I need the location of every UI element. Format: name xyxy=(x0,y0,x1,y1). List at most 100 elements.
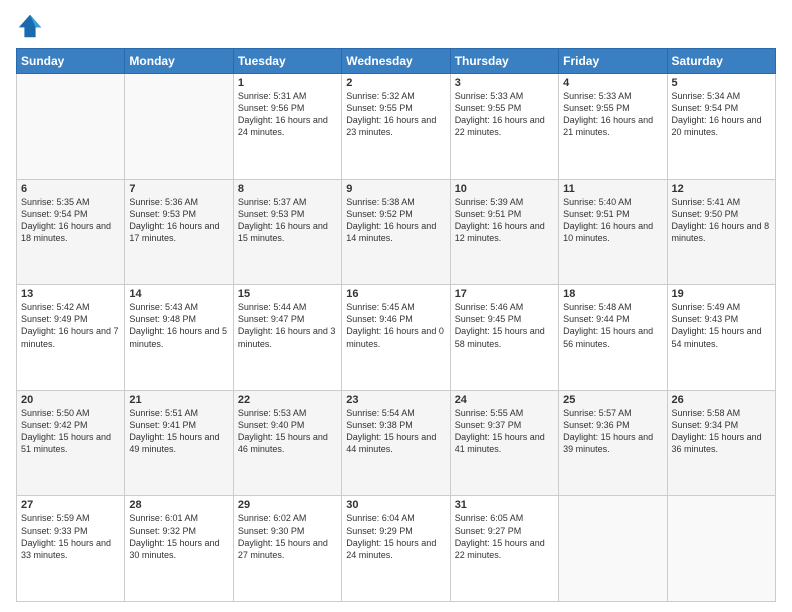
day-number: 12 xyxy=(672,183,771,195)
calendar-cell: 13Sunrise: 5:42 AM Sunset: 9:49 PM Dayli… xyxy=(17,285,125,391)
day-header-thursday: Thursday xyxy=(450,49,558,74)
day-number: 24 xyxy=(455,394,554,406)
day-header-tuesday: Tuesday xyxy=(233,49,341,74)
day-number: 18 xyxy=(563,288,662,300)
day-info: Sunrise: 5:48 AM Sunset: 9:44 PM Dayligh… xyxy=(563,301,662,350)
day-number: 2 xyxy=(346,77,445,89)
day-number: 1 xyxy=(238,77,337,89)
day-header-sunday: Sunday xyxy=(17,49,125,74)
day-info: Sunrise: 5:51 AM Sunset: 9:41 PM Dayligh… xyxy=(129,407,228,456)
calendar-cell: 16Sunrise: 5:45 AM Sunset: 9:46 PM Dayli… xyxy=(342,285,450,391)
day-info: Sunrise: 6:01 AM Sunset: 9:32 PM Dayligh… xyxy=(129,512,228,561)
calendar-cell: 4Sunrise: 5:33 AM Sunset: 9:55 PM Daylig… xyxy=(559,74,667,180)
day-info: Sunrise: 5:58 AM Sunset: 9:34 PM Dayligh… xyxy=(672,407,771,456)
calendar-cell: 20Sunrise: 5:50 AM Sunset: 9:42 PM Dayli… xyxy=(17,390,125,496)
calendar-cell: 29Sunrise: 6:02 AM Sunset: 9:30 PM Dayli… xyxy=(233,496,341,602)
day-info: Sunrise: 5:35 AM Sunset: 9:54 PM Dayligh… xyxy=(21,196,120,245)
day-number: 20 xyxy=(21,394,120,406)
calendar-cell: 31Sunrise: 6:05 AM Sunset: 9:27 PM Dayli… xyxy=(450,496,558,602)
calendar-cell: 18Sunrise: 5:48 AM Sunset: 9:44 PM Dayli… xyxy=(559,285,667,391)
day-info: Sunrise: 5:40 AM Sunset: 9:51 PM Dayligh… xyxy=(563,196,662,245)
calendar-cell: 26Sunrise: 5:58 AM Sunset: 9:34 PM Dayli… xyxy=(667,390,775,496)
calendar-cell xyxy=(17,74,125,180)
calendar-cell: 9Sunrise: 5:38 AM Sunset: 9:52 PM Daylig… xyxy=(342,179,450,285)
day-number: 26 xyxy=(672,394,771,406)
calendar-cell xyxy=(125,74,233,180)
calendar-cell: 25Sunrise: 5:57 AM Sunset: 9:36 PM Dayli… xyxy=(559,390,667,496)
week-row-1: 6Sunrise: 5:35 AM Sunset: 9:54 PM Daylig… xyxy=(17,179,776,285)
day-number: 7 xyxy=(129,183,228,195)
calendar-cell: 11Sunrise: 5:40 AM Sunset: 9:51 PM Dayli… xyxy=(559,179,667,285)
day-info: Sunrise: 5:50 AM Sunset: 9:42 PM Dayligh… xyxy=(21,407,120,456)
day-info: Sunrise: 5:57 AM Sunset: 9:36 PM Dayligh… xyxy=(563,407,662,456)
day-number: 14 xyxy=(129,288,228,300)
day-header-wednesday: Wednesday xyxy=(342,49,450,74)
day-number: 11 xyxy=(563,183,662,195)
day-info: Sunrise: 5:49 AM Sunset: 9:43 PM Dayligh… xyxy=(672,301,771,350)
calendar-cell: 12Sunrise: 5:41 AM Sunset: 9:50 PM Dayli… xyxy=(667,179,775,285)
day-number: 23 xyxy=(346,394,445,406)
day-info: Sunrise: 5:41 AM Sunset: 9:50 PM Dayligh… xyxy=(672,196,771,245)
day-info: Sunrise: 5:39 AM Sunset: 9:51 PM Dayligh… xyxy=(455,196,554,245)
day-number: 9 xyxy=(346,183,445,195)
day-info: Sunrise: 5:54 AM Sunset: 9:38 PM Dayligh… xyxy=(346,407,445,456)
day-number: 22 xyxy=(238,394,337,406)
header xyxy=(16,12,776,40)
day-number: 27 xyxy=(21,499,120,511)
day-info: Sunrise: 5:37 AM Sunset: 9:53 PM Dayligh… xyxy=(238,196,337,245)
calendar-cell: 14Sunrise: 5:43 AM Sunset: 9:48 PM Dayli… xyxy=(125,285,233,391)
day-info: Sunrise: 6:05 AM Sunset: 9:27 PM Dayligh… xyxy=(455,512,554,561)
day-number: 30 xyxy=(346,499,445,511)
day-info: Sunrise: 5:33 AM Sunset: 9:55 PM Dayligh… xyxy=(563,90,662,139)
day-number: 21 xyxy=(129,394,228,406)
calendar-cell: 21Sunrise: 5:51 AM Sunset: 9:41 PM Dayli… xyxy=(125,390,233,496)
calendar-cell: 3Sunrise: 5:33 AM Sunset: 9:55 PM Daylig… xyxy=(450,74,558,180)
calendar-cell: 30Sunrise: 6:04 AM Sunset: 9:29 PM Dayli… xyxy=(342,496,450,602)
calendar-cell: 1Sunrise: 5:31 AM Sunset: 9:56 PM Daylig… xyxy=(233,74,341,180)
day-header-saturday: Saturday xyxy=(667,49,775,74)
day-number: 6 xyxy=(21,183,120,195)
calendar-body: 1Sunrise: 5:31 AM Sunset: 9:56 PM Daylig… xyxy=(17,74,776,602)
page: SundayMondayTuesdayWednesdayThursdayFrid… xyxy=(0,0,792,612)
logo-icon xyxy=(16,12,44,40)
calendar-cell: 10Sunrise: 5:39 AM Sunset: 9:51 PM Dayli… xyxy=(450,179,558,285)
day-number: 15 xyxy=(238,288,337,300)
day-number: 19 xyxy=(672,288,771,300)
calendar-header: SundayMondayTuesdayWednesdayThursdayFrid… xyxy=(17,49,776,74)
calendar-cell: 28Sunrise: 6:01 AM Sunset: 9:32 PM Dayli… xyxy=(125,496,233,602)
calendar-cell xyxy=(667,496,775,602)
calendar-cell: 8Sunrise: 5:37 AM Sunset: 9:53 PM Daylig… xyxy=(233,179,341,285)
week-row-0: 1Sunrise: 5:31 AM Sunset: 9:56 PM Daylig… xyxy=(17,74,776,180)
day-info: Sunrise: 5:38 AM Sunset: 9:52 PM Dayligh… xyxy=(346,196,445,245)
day-info: Sunrise: 5:45 AM Sunset: 9:46 PM Dayligh… xyxy=(346,301,445,350)
day-info: Sunrise: 5:44 AM Sunset: 9:47 PM Dayligh… xyxy=(238,301,337,350)
day-number: 8 xyxy=(238,183,337,195)
day-info: Sunrise: 5:53 AM Sunset: 9:40 PM Dayligh… xyxy=(238,407,337,456)
calendar-cell: 5Sunrise: 5:34 AM Sunset: 9:54 PM Daylig… xyxy=(667,74,775,180)
day-number: 4 xyxy=(563,77,662,89)
day-info: Sunrise: 5:31 AM Sunset: 9:56 PM Dayligh… xyxy=(238,90,337,139)
day-info: Sunrise: 5:33 AM Sunset: 9:55 PM Dayligh… xyxy=(455,90,554,139)
header-row: SundayMondayTuesdayWednesdayThursdayFrid… xyxy=(17,49,776,74)
day-number: 16 xyxy=(346,288,445,300)
day-number: 5 xyxy=(672,77,771,89)
calendar-cell: 15Sunrise: 5:44 AM Sunset: 9:47 PM Dayli… xyxy=(233,285,341,391)
day-number: 10 xyxy=(455,183,554,195)
day-number: 31 xyxy=(455,499,554,511)
day-number: 13 xyxy=(21,288,120,300)
day-number: 17 xyxy=(455,288,554,300)
day-header-friday: Friday xyxy=(559,49,667,74)
day-info: Sunrise: 5:59 AM Sunset: 9:33 PM Dayligh… xyxy=(21,512,120,561)
day-info: Sunrise: 5:32 AM Sunset: 9:55 PM Dayligh… xyxy=(346,90,445,139)
day-number: 28 xyxy=(129,499,228,511)
calendar-cell: 6Sunrise: 5:35 AM Sunset: 9:54 PM Daylig… xyxy=(17,179,125,285)
day-info: Sunrise: 6:02 AM Sunset: 9:30 PM Dayligh… xyxy=(238,512,337,561)
day-number: 3 xyxy=(455,77,554,89)
day-info: Sunrise: 5:34 AM Sunset: 9:54 PM Dayligh… xyxy=(672,90,771,139)
day-number: 29 xyxy=(238,499,337,511)
day-number: 25 xyxy=(563,394,662,406)
week-row-3: 20Sunrise: 5:50 AM Sunset: 9:42 PM Dayli… xyxy=(17,390,776,496)
calendar-cell: 19Sunrise: 5:49 AM Sunset: 9:43 PM Dayli… xyxy=(667,285,775,391)
day-info: Sunrise: 5:43 AM Sunset: 9:48 PM Dayligh… xyxy=(129,301,228,350)
day-info: Sunrise: 5:55 AM Sunset: 9:37 PM Dayligh… xyxy=(455,407,554,456)
